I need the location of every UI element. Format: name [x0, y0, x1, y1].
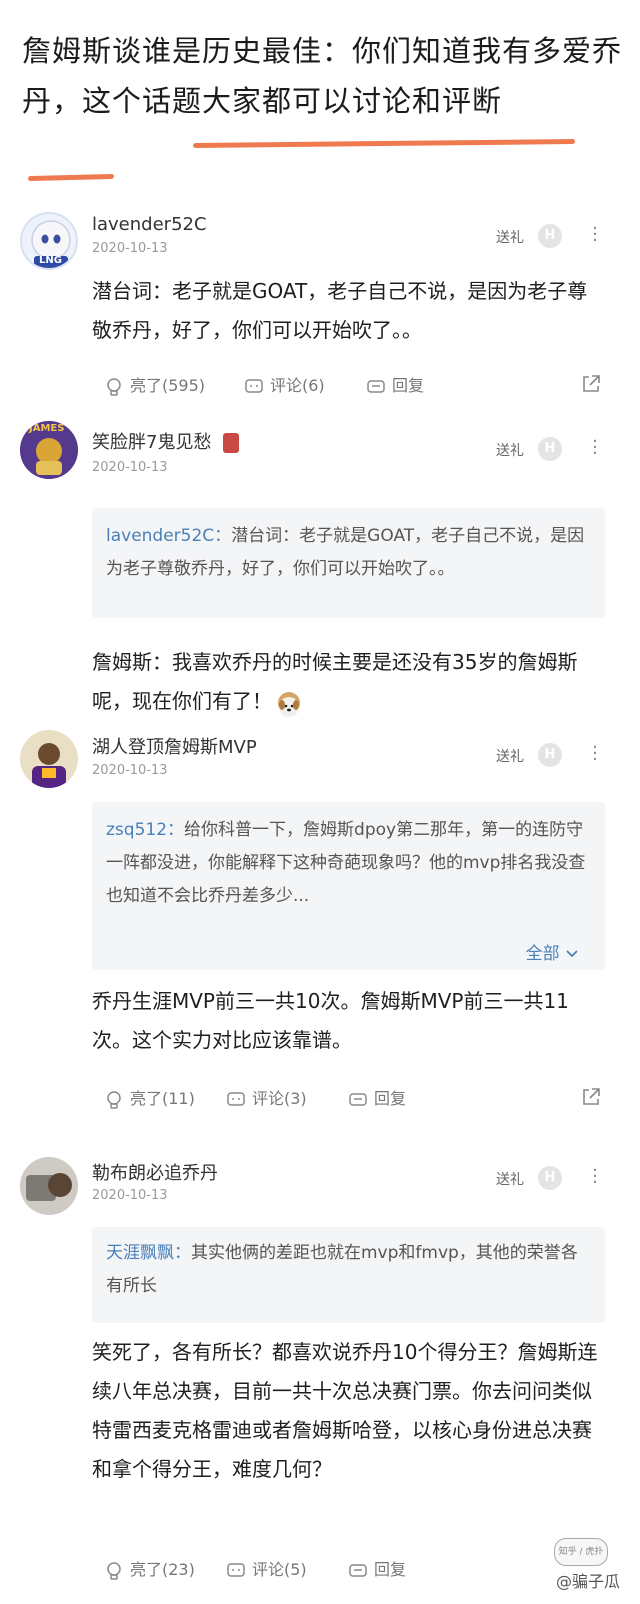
more-menu-icon[interactable]: · · · — [590, 433, 600, 463]
like-count: 亮了(595) — [130, 376, 206, 395]
comment-actions: 亮了(11) 评论(3) 回复 — [92, 1084, 612, 1114]
quoted-username[interactable]: 天涯飘飘： — [106, 1243, 191, 1263]
gift-button[interactable]: 送礼 — [496, 440, 524, 460]
comment-username[interactable]: 勒布朗必追乔丹 — [92, 1159, 218, 1185]
quoted-username[interactable]: zsq512： — [106, 820, 184, 840]
avatar[interactable]: LNG — [20, 212, 78, 270]
comment-bubble-icon — [227, 1091, 245, 1106]
avatar-photo-icon — [20, 1157, 78, 1215]
avatar[interactable] — [20, 1157, 78, 1215]
like-count: 亮了(11) — [130, 1089, 195, 1108]
comment-date: 2020-10-13 — [92, 241, 168, 256]
avatar-logo-text: LNG — [39, 255, 62, 266]
quoted-comment-text: zsq512：给你科普一下，詹姆斯dpoy第二那年，第一的连防守一阵都没进，你能… — [106, 814, 592, 922]
quoted-comment-text: 天涯飘飘：其实他俩的差距也就在mvp和fmvp，其他的荣誉各有所长 — [106, 1237, 592, 1303]
quoted-comment: zsq512：给你科普一下，詹姆斯dpoy第二那年，第一的连防守一阵都没进，你能… — [92, 802, 605, 970]
comment-username[interactable]: 湖人登顶詹姆斯MVP — [92, 733, 257, 759]
reply-button[interactable]: 回复 — [366, 371, 424, 401]
comment-text: 乔丹生涯MVP前三一共10次。詹姆斯MVP前三一共11次。这个实力对比应该靠谱。 — [92, 989, 569, 1052]
reply-icon — [367, 379, 385, 393]
avatar[interactable]: JAMES — [20, 421, 78, 479]
comment-item: 勒布朗必追乔丹 2020-10-13 送礼 H · · · 天涯飘飘：其实他俩的差距… — [0, 1145, 640, 1604]
level-badge: H — [538, 1166, 562, 1190]
avatar-player-icon — [20, 730, 78, 788]
level-badge: H — [538, 743, 562, 767]
reply-button[interactable]: 回复 — [348, 1084, 406, 1114]
comment-item: JAMES 笑脸胖7鬼见愁 2020-10-13 送礼 H · · · lavend… — [0, 418, 640, 718]
comment-text: 詹姆斯：我喜欢乔丹的时候主要是还没有35岁的詹姆斯呢，现在你们有了！ — [92, 643, 607, 721]
comment-actions: 亮了(23) 评论(5) 回复 — [92, 1555, 612, 1585]
comment-count: 评论(5) — [252, 1560, 307, 1579]
avatar[interactable] — [20, 730, 78, 788]
like-button[interactable]: 亮了(11) — [104, 1084, 195, 1114]
avatar-logo-text: JAMES — [29, 423, 65, 434]
quoted-username[interactable]: lavender52C： — [106, 526, 231, 546]
comment-bubble-icon — [245, 378, 263, 393]
chevron-down-icon — [566, 950, 578, 958]
share-icon[interactable] — [580, 373, 602, 399]
like-count: 亮了(23) — [130, 1560, 195, 1579]
article-headline: 詹姆斯谈谁是历史最佳：你们知道我有多爱乔丹，这个话题大家都可以讨论和评断 — [22, 34, 623, 118]
quoted-comment: 天涯飘飘：其实他俩的差距也就在mvp和fmvp，其他的荣誉各有所长 — [92, 1227, 605, 1323]
comment-actions: 亮了(595) 评论(6) 回复 — [92, 371, 612, 401]
dog-emoji-icon — [278, 691, 301, 717]
level-badge: H — [538, 437, 562, 461]
more-menu-icon[interactable]: · · · — [590, 739, 600, 769]
level-badge: H — [538, 224, 562, 248]
comment-text-content: 詹姆斯：我喜欢乔丹的时候主要是还没有35岁的詹姆斯呢，现在你们有了！ — [92, 650, 578, 713]
comment-button[interactable]: 评论(3) — [226, 1084, 307, 1114]
comment-username[interactable]: lavender52C — [92, 214, 207, 235]
reply-label: 回复 — [392, 376, 425, 395]
reply-icon — [349, 1092, 367, 1106]
comment-text: 潜台词：老子就是GOAT，老子自己不说，是因为老子尊敬乔丹，好了，你们可以开始吹… — [92, 279, 588, 342]
quoted-comment-text: lavender52C：潜台词：老子就是GOAT，老子自己不说，是因为老子尊敬乔… — [106, 520, 592, 586]
lightbulb-icon — [107, 1090, 121, 1109]
comment-button[interactable]: 评论(5) — [226, 1555, 307, 1585]
highlight-underline — [192, 139, 576, 148]
lightbulb-icon — [107, 377, 121, 396]
comment-username-text: 笑脸胖7鬼见愁 — [92, 432, 212, 453]
share-icon[interactable] — [580, 1086, 602, 1112]
reply-icon — [349, 1563, 367, 1577]
comment-date: 2020-10-13 — [92, 460, 168, 475]
comment-bubble-icon — [227, 1562, 245, 1577]
more-menu-icon[interactable]: · · · — [590, 220, 600, 250]
expand-all-button[interactable]: 全部 — [526, 939, 579, 964]
gift-button[interactable]: 送礼 — [496, 1169, 524, 1189]
comment-date: 2020-10-13 — [92, 1188, 168, 1203]
like-button[interactable]: 亮了(595) — [104, 371, 205, 401]
comment-count: 评论(6) — [270, 376, 325, 395]
highlight-underline — [27, 173, 115, 182]
watermark-logo: 知乎 / 虎扑 — [554, 1538, 608, 1566]
like-button[interactable]: 亮了(23) — [104, 1555, 195, 1585]
gift-button[interactable]: 送礼 — [496, 227, 524, 247]
lightbulb-icon — [107, 1561, 121, 1580]
gift-button[interactable]: 送礼 — [496, 746, 524, 766]
comment-username[interactable]: 笑脸胖7鬼见愁 — [92, 428, 240, 454]
comment-date: 2020-10-13 — [92, 763, 168, 778]
comment-item: 湖人登顶詹姆斯MVP 2020-10-13 送礼 H · · · zsq512：给你… — [0, 720, 640, 1140]
quoted-comment: lavender52C：潜台词：老子就是GOAT，老子自己不说，是因为老子尊敬乔… — [92, 508, 605, 618]
more-menu-icon[interactable]: · · · — [590, 1162, 600, 1192]
reply-label: 回复 — [374, 1089, 407, 1108]
reply-button[interactable]: 回复 — [348, 1555, 406, 1585]
expand-label: 全部 — [525, 944, 560, 964]
watermark-text: @骗子瓜 — [555, 1572, 620, 1591]
user-medal-icon — [223, 433, 240, 453]
comment-text: 笑死了，各有所长？都喜欢说乔丹10个得分王？詹姆斯连续八年总决赛，目前一共十次总… — [92, 1340, 598, 1481]
comment-button[interactable]: 评论(6) — [244, 371, 325, 401]
comment-count: 评论(3) — [252, 1089, 307, 1108]
reply-label: 回复 — [374, 1560, 407, 1579]
comment-item: LNG lavender52C 2020-10-13 送礼 H · · · 潜台词：… — [0, 200, 640, 420]
